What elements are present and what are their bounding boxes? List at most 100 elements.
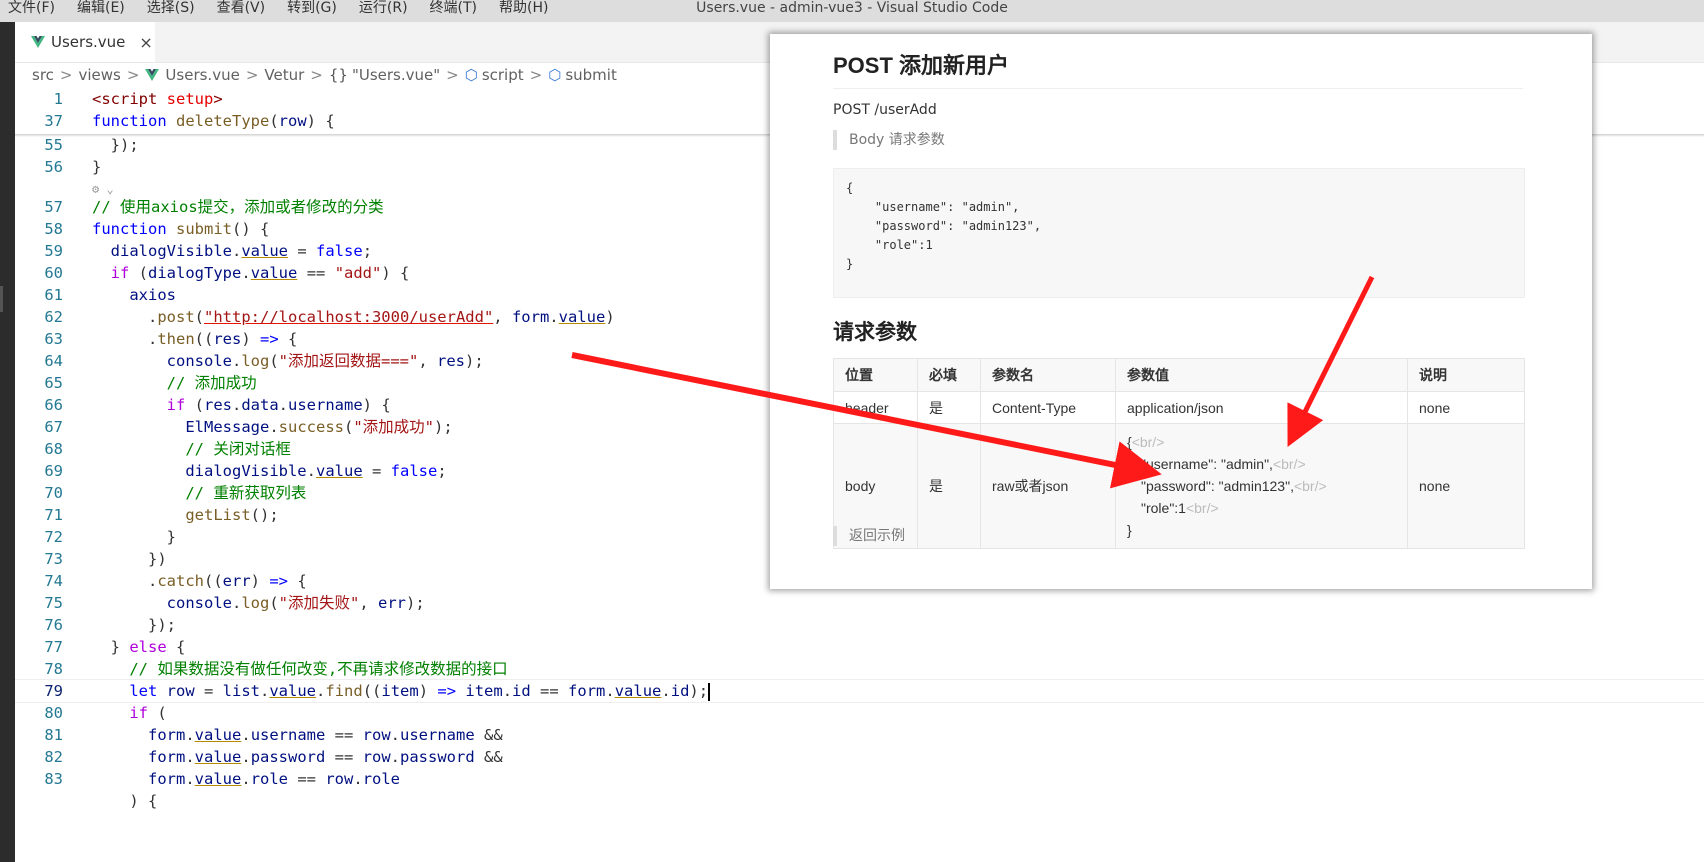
line-number: 56 bbox=[44, 158, 63, 176]
line-number: 74 bbox=[44, 572, 63, 590]
activity-bar bbox=[0, 22, 15, 862]
line-number: 62 bbox=[44, 308, 63, 326]
table-header: 参数值 bbox=[1115, 358, 1408, 392]
title-bar: 文件(F) 编辑(E) 选择(S) 查看(V) 转到(G) 运行(R) 终端(T… bbox=[0, 0, 1704, 22]
line-number: 71 bbox=[44, 506, 63, 524]
close-icon[interactable]: × bbox=[139, 33, 152, 52]
line-number: 37 bbox=[44, 112, 63, 130]
line-number: 67 bbox=[44, 418, 63, 436]
tab-users-vue[interactable]: Users.vue × bbox=[15, 22, 155, 62]
body-json-block: { "username": "admin", "password": "admi… bbox=[833, 168, 1525, 298]
breadcrumb-vetur[interactable]: Vetur bbox=[264, 66, 304, 84]
table-row: header 是 Content-Type application/json n… bbox=[833, 391, 1525, 424]
braces-icon: {} bbox=[328, 66, 348, 84]
doc-endpoint: POST /userAdd bbox=[833, 102, 937, 118]
value-line: "username": "admin", bbox=[1141, 456, 1273, 472]
code-line: 83 form.value.role == row.role bbox=[15, 768, 1704, 790]
table-cell: none bbox=[1407, 391, 1525, 424]
line-number: 64 bbox=[44, 352, 63, 370]
doc-title: POST 添加新用户 bbox=[833, 48, 1523, 89]
breadcrumb-src[interactable]: src bbox=[32, 66, 54, 84]
chevron-right-icon: > bbox=[59, 66, 73, 84]
text-cursor bbox=[708, 682, 711, 701]
line-number: 1 bbox=[53, 90, 63, 108]
line-number: 66 bbox=[44, 396, 63, 414]
breadcrumb-script[interactable]: script bbox=[482, 66, 524, 84]
api-doc-panel: POST 添加新用户 POST /userAdd Body 请求参数 { "us… bbox=[770, 34, 1592, 589]
line-number: 81 bbox=[44, 726, 63, 744]
code-line: 82 form.value.password == row.password &… bbox=[15, 746, 1704, 768]
table-cell-value: {<br/> "username": "admin",<br/> "passwo… bbox=[1115, 423, 1408, 549]
params-title: 请求参数 bbox=[833, 321, 917, 344]
params-table: 位置 必填 参数名 参数值 说明 header 是 Content-Type a… bbox=[833, 358, 1525, 549]
line-number: 73 bbox=[44, 550, 63, 568]
return-example-label: 返回示例 bbox=[833, 526, 905, 546]
value-line: "password": "admin123", bbox=[1141, 478, 1294, 494]
window-title: Users.vue - admin-vue3 - Visual Studio C… bbox=[696, 0, 1008, 16]
table-cell: raw或者json bbox=[980, 423, 1116, 549]
table-header: 说明 bbox=[1407, 358, 1525, 392]
chevron-right-icon: > bbox=[310, 66, 323, 84]
chevron-right-icon: > bbox=[126, 66, 140, 84]
code-line: 77 } else { bbox=[15, 636, 1704, 658]
value-line: "role":1 bbox=[1141, 500, 1186, 516]
table-cell: 是 bbox=[917, 423, 981, 549]
table-header: 位置 bbox=[833, 358, 918, 392]
cube-icon: ⬡ bbox=[464, 66, 478, 84]
table-cell: Content-Type bbox=[980, 391, 1116, 424]
line-number: 75 bbox=[44, 594, 63, 612]
table-row: body 是 raw或者json {<br/> "username": "adm… bbox=[833, 423, 1525, 549]
vue-icon bbox=[31, 36, 45, 48]
code-line: 80 if ( bbox=[15, 702, 1704, 724]
line-number: 63 bbox=[44, 330, 63, 348]
line-number: 70 bbox=[44, 484, 63, 502]
code-line: 78 // 如果数据没有做任何改变,不再请求修改数据的接口 bbox=[15, 658, 1704, 680]
body-params-label: Body 请求参数 bbox=[833, 130, 945, 150]
line-number: 59 bbox=[44, 242, 63, 260]
vue-icon bbox=[145, 69, 160, 81]
table-cell: header bbox=[833, 391, 918, 424]
br-tag: <br/> bbox=[1272, 456, 1306, 472]
code-line: ) { bbox=[92, 792, 158, 810]
table-cell: none bbox=[1407, 423, 1525, 549]
line-number: 78 bbox=[44, 660, 63, 678]
table-header: 参数名 bbox=[980, 358, 1116, 392]
line-number: 77 bbox=[44, 638, 63, 656]
current-line: 79 let row = list.value.find((item) => i… bbox=[15, 679, 1704, 703]
table-cell: application/json bbox=[1115, 391, 1408, 424]
line-number: 58 bbox=[44, 220, 63, 238]
activity-indicator bbox=[0, 286, 3, 312]
tab-label: Users.vue bbox=[51, 33, 126, 51]
line-number: 68 bbox=[44, 440, 63, 458]
line-number: 83 bbox=[44, 770, 63, 788]
breadcrumb-module[interactable]: "Users.vue" bbox=[352, 66, 440, 84]
chevron-right-icon: > bbox=[529, 66, 543, 84]
line-number: 61 bbox=[44, 286, 63, 304]
line-number: 79 bbox=[44, 682, 63, 700]
code-line: 81 form.value.username == row.username &… bbox=[15, 724, 1704, 746]
line-number: 72 bbox=[44, 528, 63, 546]
line-number: 82 bbox=[44, 748, 63, 766]
line-number: 55 bbox=[44, 136, 63, 154]
table-header-row: 位置 必填 参数名 参数值 说明 bbox=[833, 358, 1525, 392]
line-number: 60 bbox=[44, 264, 63, 282]
table-header: 必填 bbox=[917, 358, 981, 392]
br-tag: <br/> bbox=[1185, 500, 1219, 516]
line-number: 57 bbox=[44, 198, 63, 216]
chevron-right-icon: > bbox=[245, 66, 259, 84]
br-tag: <br/> bbox=[1293, 478, 1327, 494]
cube-icon: ⬡ bbox=[548, 66, 562, 84]
line-number: 65 bbox=[44, 374, 63, 392]
line-number: 80 bbox=[44, 704, 63, 722]
code-line: 76 }); bbox=[15, 614, 1704, 636]
line-number: 69 bbox=[44, 462, 63, 480]
line-number: 76 bbox=[44, 616, 63, 634]
value-line: } bbox=[1127, 522, 1132, 538]
breadcrumb-submit[interactable]: submit bbox=[565, 66, 617, 84]
br-tag: <br/> bbox=[1131, 434, 1165, 450]
breadcrumb-users-vue[interactable]: Users.vue bbox=[165, 66, 239, 84]
breadcrumb: src > views > Users.vue > Vetur > {} "Us… bbox=[32, 65, 617, 85]
breadcrumb-views[interactable]: views bbox=[78, 66, 120, 84]
chevron-right-icon: > bbox=[446, 66, 459, 84]
table-cell: 是 bbox=[917, 391, 981, 424]
